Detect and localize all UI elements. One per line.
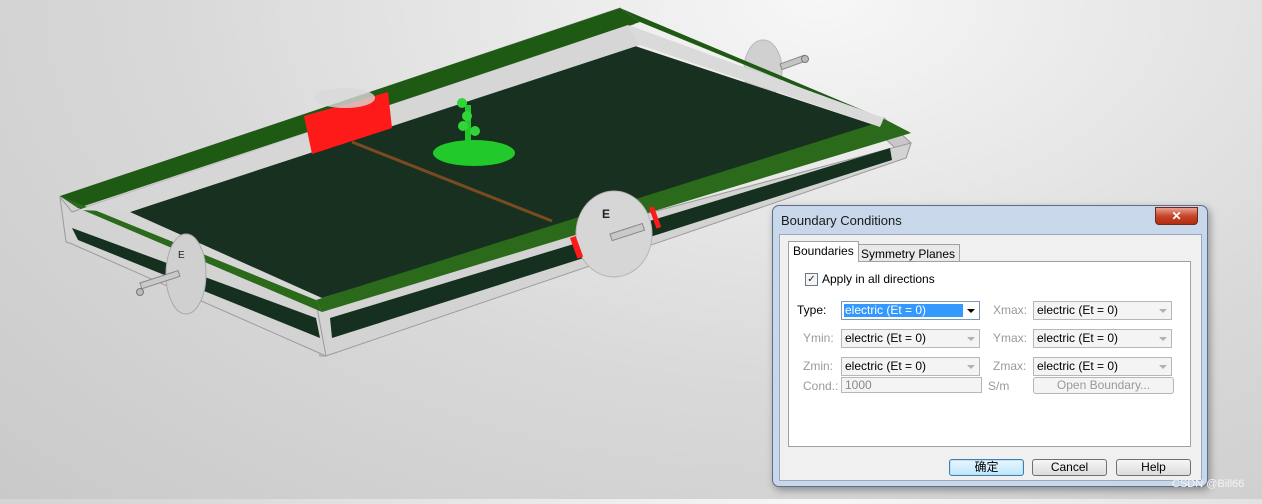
feed-pad	[433, 140, 515, 166]
connector-tip-back-right	[801, 55, 809, 63]
chevron-down-icon	[1159, 309, 1167, 313]
apply-all-row[interactable]: ✓ Apply in all directions	[805, 272, 935, 286]
xmax-label: Xmax:	[993, 303, 1028, 317]
type-label: Type:	[797, 303, 827, 317]
tab-boundaries[interactable]: Boundaries	[788, 241, 859, 262]
chevron-down-icon	[967, 365, 975, 369]
help-button[interactable]: Help	[1116, 459, 1191, 476]
apply-all-label: Apply in all directions	[822, 272, 935, 286]
ymin-value: electric (Et = 0)	[845, 331, 927, 345]
feed-sphere-4	[470, 126, 480, 136]
xmax-value: electric (Et = 0)	[1037, 303, 1119, 317]
zmin-select[interactable]: electric (Et = 0)	[841, 357, 980, 376]
feed-sphere-2	[462, 111, 472, 121]
dialog-body: Boundaries Symmetry Planes ✓ Apply in al…	[779, 234, 1202, 481]
watermark: CSDN @Bill66	[1172, 478, 1245, 490]
chevron-down-icon	[967, 337, 975, 341]
zmin-value: electric (Et = 0)	[845, 359, 927, 373]
cond-unit: S/m	[988, 379, 1010, 393]
boundaries-panel: ✓ Apply in all directions Type: electric…	[788, 261, 1191, 447]
port-label-left: E	[178, 250, 185, 261]
ymin-select[interactable]: electric (Et = 0)	[841, 329, 980, 348]
ymax-label: Ymax:	[993, 331, 1028, 345]
chevron-down-icon	[967, 309, 975, 313]
chevron-down-icon	[1159, 337, 1167, 341]
cond-label: Cond.:	[803, 379, 839, 393]
close-button[interactable]: ✕	[1155, 207, 1198, 225]
zmax-value: electric (Et = 0)	[1037, 359, 1119, 373]
dialog-title: Boundary Conditions	[781, 213, 902, 228]
zmax-select[interactable]: electric (Et = 0)	[1033, 357, 1172, 376]
type-value: electric (Et = 0)	[844, 304, 963, 317]
apply-all-checkbox[interactable]: ✓	[805, 272, 818, 286]
ok-button[interactable]: 确定	[949, 459, 1024, 476]
zmin-label: Zmin:	[803, 359, 833, 373]
xmax-select[interactable]: electric (Et = 0)	[1033, 301, 1172, 320]
ymin-label: Ymin:	[803, 331, 834, 345]
cancel-button[interactable]: Cancel	[1032, 459, 1107, 476]
feed-sphere-1	[457, 98, 467, 108]
connector-tip-left	[136, 288, 144, 296]
open-boundary-button[interactable]: Open Boundary...	[1033, 377, 1174, 394]
chevron-down-icon	[1159, 365, 1167, 369]
tab-symmetry-planes[interactable]: Symmetry Planes	[856, 244, 961, 262]
port-label-right: E	[602, 207, 610, 221]
conductivity-input[interactable]: 1000	[841, 377, 982, 393]
ymax-select[interactable]: electric (Et = 0)	[1033, 329, 1172, 348]
zmax-label: Zmax:	[993, 359, 1027, 373]
type-select[interactable]: electric (Et = 0)	[841, 301, 980, 320]
port-disc-top	[315, 88, 375, 108]
ymax-value: electric (Et = 0)	[1037, 331, 1119, 345]
boundary-conditions-dialog: Boundary Conditions ✕ Boundaries Symmetr…	[772, 205, 1208, 487]
close-icon: ✕	[1171, 209, 1182, 223]
feed-sphere-3	[458, 121, 468, 131]
